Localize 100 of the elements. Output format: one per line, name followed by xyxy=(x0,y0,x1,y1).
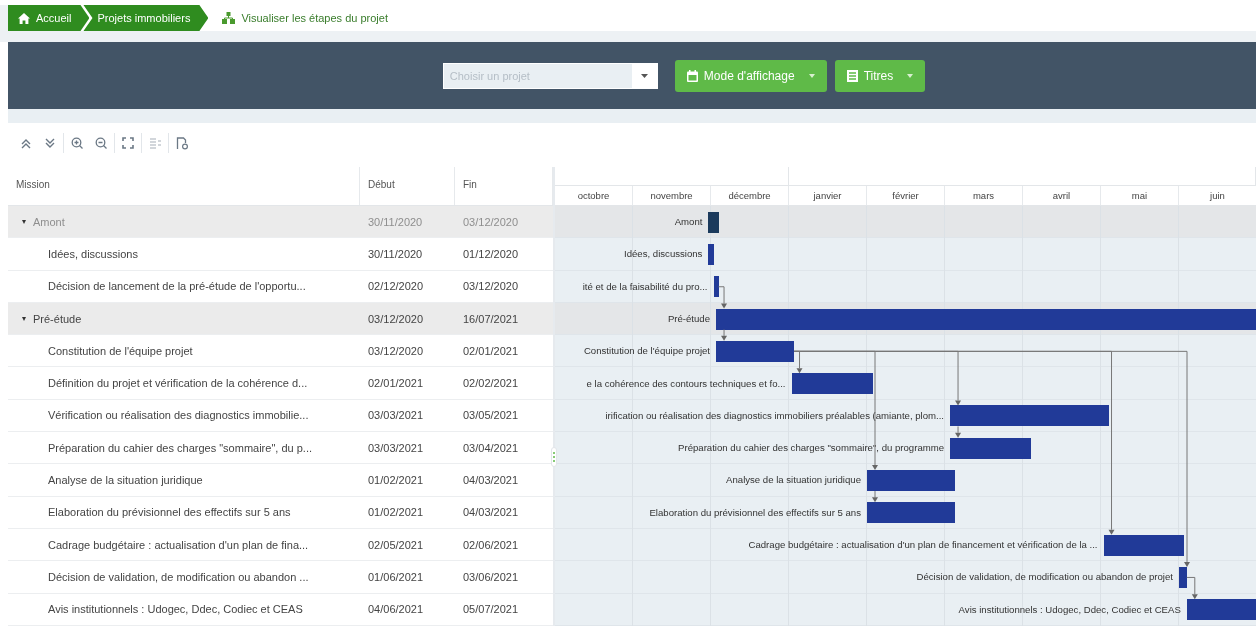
date-cell-text: 03/05/2021 xyxy=(462,409,520,422)
bar-label: Idées, discussions xyxy=(624,247,703,262)
mission-name: Avis institutionnels : Udogec, Ddec, Codiec et CEAS xyxy=(48,603,303,616)
task-bar[interactable] xyxy=(950,405,1109,427)
table-row[interactable]: Constitution de l'équipe projet 03/12/2020 02/01/2021 xyxy=(8,335,553,368)
date-cell-text: 01/02/2021 xyxy=(367,506,425,519)
breadcrumb-link[interactable]: Projets immobiliers xyxy=(83,5,209,31)
date-cell-text: 02/12/2020 xyxy=(367,280,425,293)
table-row[interactable]: Pré-étude 03/12/2020 16/07/2021 xyxy=(8,302,553,336)
date-cell-text: 02/01/2021 xyxy=(367,377,425,390)
table-row[interactable]: Décision de lancement de la pré-étude de l'opportu... 02/12/2020 03/12/2020 xyxy=(8,270,553,303)
resize-handle[interactable] xyxy=(551,447,557,467)
month-label: novembre xyxy=(633,186,711,205)
zoom-in-icon xyxy=(70,136,84,150)
date-cell-text: 03/12/2020 xyxy=(367,312,425,325)
date-cell-text: 02/06/2021 xyxy=(462,538,520,551)
task-bar[interactable] xyxy=(867,502,956,524)
mission-name: Décision de lancement de la pré-étude de l'opportu... xyxy=(48,280,306,293)
mission-name: Pré-étude xyxy=(33,312,82,325)
bar-label: Elaboration du prévisionnel des effectifs sur 5 ans xyxy=(649,505,861,520)
mission-name: Vérification ou réalisation des diagnostics immobilie... xyxy=(48,409,309,422)
column-header: Début xyxy=(360,167,455,205)
summary-bar[interactable] xyxy=(716,308,1256,330)
month-label: décembre xyxy=(711,186,789,205)
mission-name: Constitution de l'équipe projet xyxy=(48,344,193,357)
date-cell-text: 04/03/2021 xyxy=(462,506,520,519)
date-cell-text: 30/11/2020 xyxy=(367,215,424,228)
table-row[interactable]: Vérification ou réalisation des diagnostics immobilie... 03/03/2021 03/05/2021 xyxy=(8,399,553,433)
mission-name: Analyse de la situation juridique xyxy=(48,474,203,486)
bar-label: Amont xyxy=(674,215,703,229)
bar-label: Pré-étude xyxy=(667,311,711,326)
bar-label: Cadrage budgétaire : actualisation d'un plan de financement et vérification de la ... xyxy=(748,538,1098,552)
table-row[interactable]: Définition du projet et vérification de la cohérence d... 02/01/2021 02/02/2021 xyxy=(8,367,553,400)
date-cell-text: 04/03/2021 xyxy=(462,474,520,486)
list-icon xyxy=(846,69,858,82)
month-label: février xyxy=(867,186,945,205)
breadcrumb-link[interactable]: Accueil xyxy=(8,5,90,31)
date-cell-text: 03/03/2021 xyxy=(367,409,425,422)
mission-name: Préparation du cahier des charges "sommaire", du p... xyxy=(48,441,312,454)
table-row[interactable]: Avis institutionnels : Udogec, Ddec, Codiec et CEAS 04/06/2021 05/07/2021 xyxy=(8,593,553,626)
expand-all-icon xyxy=(43,136,57,150)
connector-line xyxy=(723,329,725,337)
calendar-icon xyxy=(686,69,698,82)
date-cell-text: 05/07/2021 xyxy=(462,603,520,616)
date-cell-text: 03/03/2021 xyxy=(367,441,425,454)
zoom-out-icon xyxy=(94,136,108,150)
table-row[interactable]: Cadrage budgétaire : actualisation d'un plan de fina... 02/05/2021 02/06/2021 xyxy=(8,528,553,562)
connector-line xyxy=(1186,576,1196,595)
task-bar[interactable] xyxy=(867,470,956,492)
date-cell-text: 30/11/2020 xyxy=(367,247,424,260)
mission-name: Définition du projet et vérification de la cohérence d... xyxy=(48,377,308,390)
table-row[interactable]: Elaboration du prévisionnel des effectifs sur 5 ans 01/02/2021 04/03/2021 xyxy=(8,496,553,529)
task-bar[interactable] xyxy=(950,437,1031,459)
date-cell-text: 03/04/2021 xyxy=(462,441,520,454)
mission-name: Amont xyxy=(33,215,65,228)
expander-icon[interactable] xyxy=(22,316,26,321)
month-label: octobre xyxy=(555,186,633,205)
bar-label: e la cohérence des contours techniques et fo... xyxy=(586,376,786,391)
bar-label: ité et de la faisabilité du pro... xyxy=(582,279,708,294)
task-bar[interactable] xyxy=(1179,566,1187,588)
bar-label: Constitution de l'équipe projet xyxy=(583,344,711,359)
task-bar[interactable] xyxy=(708,243,714,265)
date-cell-text: 16/07/2021 xyxy=(462,312,520,325)
date-cell-text: 03/12/2020 xyxy=(462,280,520,293)
bar-label: Préparation du cahier des charges "sommaire", du programme xyxy=(678,441,945,456)
home-icon xyxy=(18,12,30,24)
document-icon xyxy=(175,136,189,150)
dropdown-toggle[interactable] xyxy=(631,62,658,89)
date-cell-text: 03/12/2020 xyxy=(462,215,520,228)
summary-bar[interactable] xyxy=(708,211,719,233)
column-header: Mission xyxy=(8,167,360,205)
bar-label: Avis institutionnels : Udogec, Ddec, Codiec et CEAS xyxy=(958,602,1181,617)
table-row[interactable]: Analyse de la situation juridique 01/02/2021 04/03/2021 xyxy=(8,464,553,497)
date-cell-text: 03/06/2021 xyxy=(462,570,520,583)
month-label: mars xyxy=(945,186,1023,205)
connector-line xyxy=(718,286,725,305)
expander-icon[interactable] xyxy=(22,219,26,224)
month-label: janvier xyxy=(789,186,867,205)
date-cell-text: 02/02/2021 xyxy=(462,377,520,390)
month-label: mai xyxy=(1101,186,1179,205)
month-label: avril xyxy=(1023,186,1101,205)
bar-label: Décision de validation, de modification ou abandon de projet xyxy=(916,570,1173,585)
date-cell-text: 02/01/2021 xyxy=(462,344,520,357)
mission-name: Décision de validation, de modification ou abandon ... xyxy=(48,570,309,583)
bar-label: irification ou réalisation des diagnostics immobiliers préalables (amiante, plom... xyxy=(605,408,945,423)
date-cell-text: 03/12/2020 xyxy=(367,344,425,357)
table-row[interactable]: Décision de validation, de modification ou abandon ... 01/06/2021 03/06/2021 xyxy=(8,561,553,594)
date-cell-text: 01/06/2021 xyxy=(367,570,425,583)
table-row[interactable]: Idées, discussions 30/11/2020 01/12/2020 xyxy=(8,238,553,271)
mission-name: Cadrage budgétaire : actualisation d'un plan de fina... xyxy=(48,538,309,551)
table-row[interactable]: Préparation du cahier des charges "sommaire", du p... 03/03/2021 03/04/2021 xyxy=(8,432,553,465)
task-bar[interactable] xyxy=(716,340,795,362)
hierarchy-icon xyxy=(222,12,236,24)
task-bar[interactable] xyxy=(713,276,719,298)
task-bar[interactable] xyxy=(791,373,873,395)
fullscreen-icon xyxy=(121,136,135,150)
task-bar[interactable] xyxy=(1186,599,1256,621)
date-cell-text: 04/06/2021 xyxy=(367,603,425,616)
bar-label: Analyse de la situation juridique xyxy=(726,473,861,488)
month-label: juin xyxy=(1179,186,1256,205)
